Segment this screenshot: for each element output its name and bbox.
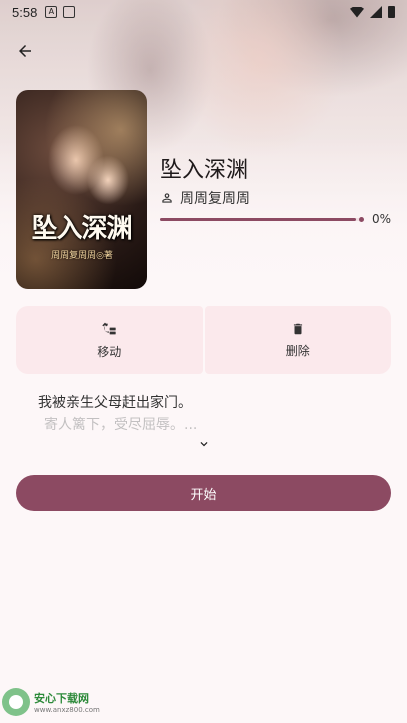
delete-label: 删除 (285, 343, 310, 358)
move-button[interactable]: 移动 (16, 306, 203, 374)
cover-title: 坠入深渊 (31, 214, 132, 244)
delete-button[interactable]: 删除 (204, 306, 391, 374)
reading-progress-bar (160, 217, 364, 222)
cover-author: 周周复周周◎著 (51, 251, 113, 261)
status-bar: 5:58 A (0, 0, 407, 24)
person-icon (162, 193, 172, 203)
signal-icon (370, 6, 382, 18)
status-icons (350, 6, 395, 18)
watermark-text: 安心下载网 www.anxz800.com (34, 690, 100, 714)
action-row: 移动 删除 (16, 306, 391, 374)
move-icon (102, 322, 116, 334)
synopsis-line-1: 我被亲生父母赶出家门。 (38, 395, 192, 411)
trash-icon (293, 323, 302, 334)
chevron-down-icon (200, 442, 208, 447)
book-cover[interactable]: 坠入深渊 周周复周周◎著 (16, 90, 147, 289)
notification-a-icon: A (45, 6, 58, 18)
author-row: 周周复周周 (160, 188, 250, 208)
watermark: 安心下载网 www.anxz800.com (2, 688, 100, 716)
notification-card-icon (63, 6, 76, 18)
start-reading-button[interactable]: 开始 (16, 475, 391, 511)
progress-text: 0% (372, 212, 392, 226)
progress-dot (359, 217, 364, 222)
back-button[interactable] (10, 36, 40, 66)
wifi-icon (350, 6, 364, 18)
expand-synopsis-button[interactable] (193, 436, 215, 452)
progress-fill (160, 218, 356, 221)
book-title: 坠入深渊 (160, 158, 249, 183)
watermark-url: www.anxz800.com (34, 706, 100, 714)
watermark-name: 安心下载网 (34, 692, 89, 705)
move-label: 移动 (97, 344, 122, 359)
synopsis-line-2: 寄人篱下，受尽屈辱。... (44, 417, 198, 433)
arrow-left-icon (19, 45, 31, 57)
watermark-logo-icon (2, 688, 30, 716)
synopsis: 我被亲生父母赶出家门。 寄人篱下，受尽屈辱。... (38, 392, 368, 436)
author-name: 周周复周周 (180, 191, 250, 207)
status-time: 5:58 (12, 4, 38, 20)
battery-icon (388, 6, 395, 18)
